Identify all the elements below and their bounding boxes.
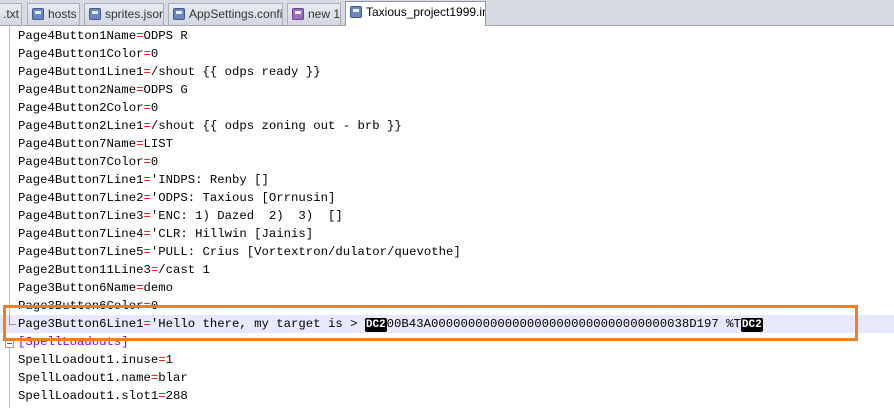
code-line[interactable]: Page4Button7Name=LIST [18,135,173,153]
ini-value: ODPS R [143,29,188,43]
code-line[interactable]: Page4Button7Line3='ENC: 1) Dazed 2) 3) [… [18,207,343,225]
code-line[interactable]: Page4Button7Line5='PULL: Crius [Vortextr… [18,243,461,261]
ini-value: 0 [150,155,159,169]
tab-hosts[interactable]: hosts [27,3,80,25]
ini-key: Page4Button2Color [18,101,144,115]
file-icon [173,8,185,20]
code-line[interactable]: Page4Button7Line1='INDPS: Renby [] [18,171,269,189]
ini-equals: = [143,245,151,259]
code-line[interactable]: Page4Button2Color=0 [18,99,158,117]
tab-new-1[interactable]: new 1 [287,3,341,25]
ini-value: 'ODPS: Taxious [Orrnusin] [150,191,336,205]
unsaved-file-icon [292,8,304,20]
ini-key: Page4Button2Line1 [18,119,144,133]
ini-key: Page4Button7Line4 [18,227,144,241]
fold-guide [9,26,10,326]
fold-guide [9,348,10,408]
ini-value: /cast 1 [158,263,210,277]
file-icon [32,8,44,20]
ini-value: 1 [165,353,173,367]
tab-bar: .txt hosts sprites.json AppSettings.conf… [0,0,894,26]
ini-key: SpellLoadout1.inuse [18,353,159,367]
tab-taxious-project1999-ini[interactable]: Taxious_project1999.ini [345,1,486,26]
ini-key: Page4Button7Color [18,155,144,169]
ini-equals: = [143,191,151,205]
annotation-highlight-box [3,305,858,341]
ini-value: /shout {{ odps zoning out - brb }} [150,119,402,133]
code-line[interactable]: SpellLoadout1.slot1=288 [18,387,188,405]
ini-key: Page4Button1Color [18,47,144,61]
ini-value: demo [143,281,173,295]
tab-sprites-json[interactable]: sprites.json [84,3,164,25]
code-line[interactable]: SpellLoadout1.inuse=1 [18,351,173,369]
code-line[interactable]: Page2Button11Line3=/cast 1 [18,261,210,279]
ini-value: 0 [150,47,159,61]
ini-key: Page4Button7Line2 [18,191,144,205]
tab-label: AppSettings.config [189,7,283,21]
ini-equals: = [143,119,151,133]
tab-txt[interactable]: .txt [0,3,22,25]
code-line[interactable]: Page4Button7Line2='ODPS: Taxious [Orrnus… [18,189,335,207]
ini-key: Page4Button7Line1 [18,173,144,187]
ini-equals: = [158,353,166,367]
code-line[interactable]: Page4Button1Color=0 [18,45,158,63]
ini-value: 'INDPS: Renby [] [150,173,269,187]
code-line[interactable]: Page4Button2Line1=/shout {{ odps zoning … [18,117,402,135]
ini-value: ODPS G [143,83,188,97]
file-icon [350,6,362,18]
ini-equals: = [143,209,151,223]
ini-value: blar [158,371,188,385]
code-line[interactable]: Page3Button6Name=demo [18,279,173,297]
ini-equals: = [143,173,151,187]
ini-key: Page3Button6Name [18,281,137,295]
ini-equals: = [143,227,151,241]
ini-value: LIST [143,137,173,151]
ini-equals: = [143,155,151,169]
tab-label: sprites.json [105,7,164,21]
ini-key: Page4Button7Name [18,137,137,151]
code-line[interactable]: Page4Button1Name=ODPS R [18,27,188,45]
ini-value: 'ENC: 1) Dazed 2) 3) [] [150,209,343,223]
ini-key: Page4Button7Line3 [18,209,144,223]
ini-equals: = [143,65,151,79]
tab-label: hosts [48,7,77,21]
ini-key: Page4Button2Name [18,83,137,97]
file-icon [89,8,101,20]
ini-key: Page2Button11Line3 [18,263,151,277]
ini-value: 0 [150,101,159,115]
ini-key: Page4Button1Line1 [18,65,144,79]
ini-key: Page4Button7Line5 [18,245,144,259]
tab-label: .txt [3,7,20,21]
code-line[interactable]: Page4Button7Line4='CLR: Hillwin [Jainis] [18,225,313,243]
code-line[interactable]: Page4Button1Line1=/shout {{ odps ready }… [18,63,321,81]
code-line[interactable]: Page4Button2Name=ODPS G [18,81,188,99]
ini-value: 'PULL: Crius [Vortextron/dulator/quevoth… [150,245,461,259]
tab-label: Taxious_project1999.ini [366,5,486,19]
ini-key: SpellLoadout1.name [18,371,151,385]
code-line[interactable]: Page4Button7Color=0 [18,153,158,171]
editor-area[interactable]: Page4Button1Name=ODPS R Page4Button1Colo… [0,26,894,408]
tab-appsettings-config[interactable]: AppSettings.config [168,3,283,25]
ini-key: Page4Button1Name [18,29,137,43]
ini-value: /shout {{ odps ready }} [150,65,321,79]
ini-equals: = [143,47,151,61]
ini-equals: = [143,101,151,115]
ini-value: 'CLR: Hillwin [Jainis] [150,227,314,241]
tab-label: new 1 [308,7,341,21]
code-line[interactable]: SpellLoadout1.name=blar [18,369,188,387]
